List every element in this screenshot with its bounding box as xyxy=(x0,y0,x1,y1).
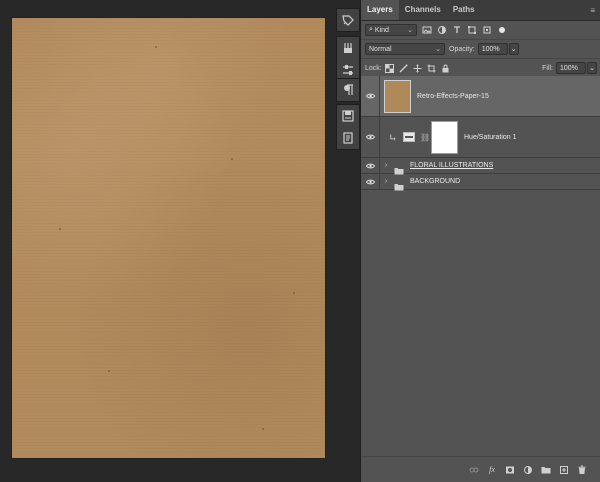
lock-artboard-icon[interactable] xyxy=(427,63,437,73)
chevron-right-icon[interactable]: › xyxy=(382,162,390,169)
layer-style-fx-icon[interactable]: fx xyxy=(487,465,497,475)
chevron-down-icon: ⌄ xyxy=(435,46,441,53)
trash-icon[interactable] xyxy=(577,465,587,475)
search-icon: ⌕ xyxy=(369,26,373,33)
tool-strip xyxy=(333,0,360,482)
fill-value: 100% xyxy=(560,64,578,72)
layer-name[interactable]: Retro-Effects-Paper-15 xyxy=(417,93,489,100)
opacity-label: Opacity: xyxy=(449,45,475,53)
opacity-input[interactable]: 100% xyxy=(477,43,508,55)
tab-paths[interactable]: Paths xyxy=(447,0,481,20)
filter-kind-label: Kind xyxy=(374,26,389,34)
layer-name[interactable]: Hue/Saturation 1 xyxy=(464,134,517,141)
lock-image-pixels-icon[interactable] xyxy=(399,63,409,73)
visibility-eye-icon[interactable] xyxy=(361,93,379,99)
chevron-down-icon: ⌄ xyxy=(407,27,413,34)
filter-toggle-icon[interactable] xyxy=(497,25,507,35)
lock-label: Lock: xyxy=(365,64,382,72)
fill-dropdown-button[interactable]: ⌄ xyxy=(587,62,597,74)
link-chain-icon[interactable]: ⛓ xyxy=(420,133,430,142)
tool-group-bottom xyxy=(336,104,360,150)
new-group-folder-icon[interactable] xyxy=(541,465,551,475)
layer-name[interactable]: BACKGROUND xyxy=(410,178,460,185)
blend-row: Normal ⌄ Opacity: 100% ⌄ xyxy=(361,40,600,59)
lock-all-icon[interactable] xyxy=(441,63,451,73)
layer-filter-row: ⌕ Kind ⌄ xyxy=(361,21,600,40)
layer-thumbnail xyxy=(384,79,411,113)
filter-pixel-icon[interactable] xyxy=(422,25,432,35)
blend-mode-select[interactable]: Normal ⌄ xyxy=(365,43,445,55)
layer-row-hue-saturation[interactable]: ⛓ Hue/Saturation 1 xyxy=(361,117,600,158)
filter-adjustment-icon[interactable] xyxy=(437,25,447,35)
panel-menu-icon[interactable]: ≡ xyxy=(590,6,595,15)
filter-kind-select[interactable]: ⌕ Kind ⌄ xyxy=(365,24,417,36)
visibility-eye-icon[interactable] xyxy=(361,163,379,169)
hue-saturation-adjustment-icon xyxy=(403,132,415,142)
opacity-dropdown-button[interactable]: ⌄ xyxy=(508,43,519,55)
layer-row-floral-group[interactable]: › FLORAL ILLUSTRATIONS xyxy=(361,158,600,174)
link-layers-icon[interactable] xyxy=(469,465,479,475)
save-icon[interactable] xyxy=(337,105,359,127)
filter-shape-icon[interactable] xyxy=(467,25,477,35)
clipping-mask-arrow-icon xyxy=(389,133,397,141)
folder-icon xyxy=(394,162,404,174)
visibility-eye-icon[interactable] xyxy=(361,179,379,185)
chevron-down-icon: ⌄ xyxy=(510,46,517,53)
opacity-value: 100% xyxy=(481,45,500,53)
tab-layers[interactable]: Layers xyxy=(361,0,399,20)
tab-channels[interactable]: Channels xyxy=(399,0,447,20)
layer-name[interactable]: FLORAL ILLUSTRATIONS xyxy=(410,162,493,169)
new-adjustment-layer-icon[interactable] xyxy=(523,465,533,475)
layers-list: Retro-Effects-Paper-15 ⛓ Hue/Saturation … xyxy=(361,76,600,456)
layer-row-background-group[interactable]: › BACKGROUND xyxy=(361,174,600,190)
chevron-right-icon[interactable]: › xyxy=(382,178,390,185)
new-layer-icon[interactable] xyxy=(559,465,569,475)
lock-position-icon[interactable] xyxy=(413,63,423,73)
paper-texture-canvas[interactable] xyxy=(12,18,325,458)
visibility-eye-icon[interactable] xyxy=(361,134,379,140)
layers-panel: Layers Channels Paths ≡ ⌕ Kind ⌄ Normal … xyxy=(360,0,600,482)
tool-group-middle xyxy=(336,36,360,82)
document-icon[interactable] xyxy=(337,127,359,149)
layer-row-paper[interactable]: Retro-Effects-Paper-15 xyxy=(361,76,600,117)
tool-group-type xyxy=(336,78,360,102)
fill-label: Fill: xyxy=(542,64,553,72)
brush-settings-icon[interactable] xyxy=(337,37,359,59)
filter-smart-object-icon[interactable] xyxy=(482,25,492,35)
blend-mode-value: Normal xyxy=(369,45,392,53)
layers-footer: fx xyxy=(361,456,600,482)
layer-mask-thumbnail[interactable] xyxy=(431,120,458,154)
filter-type-icon[interactable] xyxy=(452,25,462,35)
panel-tabs: Layers Channels Paths ≡ xyxy=(361,0,600,21)
lock-transparent-pixels-icon[interactable] xyxy=(385,63,395,73)
document-canvas-area[interactable] xyxy=(0,0,333,482)
chevron-down-icon: ⌄ xyxy=(589,65,595,72)
fill-input[interactable]: 100% xyxy=(556,62,586,74)
history-brush-icon[interactable] xyxy=(337,9,359,31)
folder-icon xyxy=(394,178,404,190)
paragraph-icon[interactable] xyxy=(337,79,359,101)
tool-group-top xyxy=(336,8,360,32)
add-mask-icon[interactable] xyxy=(505,465,515,475)
